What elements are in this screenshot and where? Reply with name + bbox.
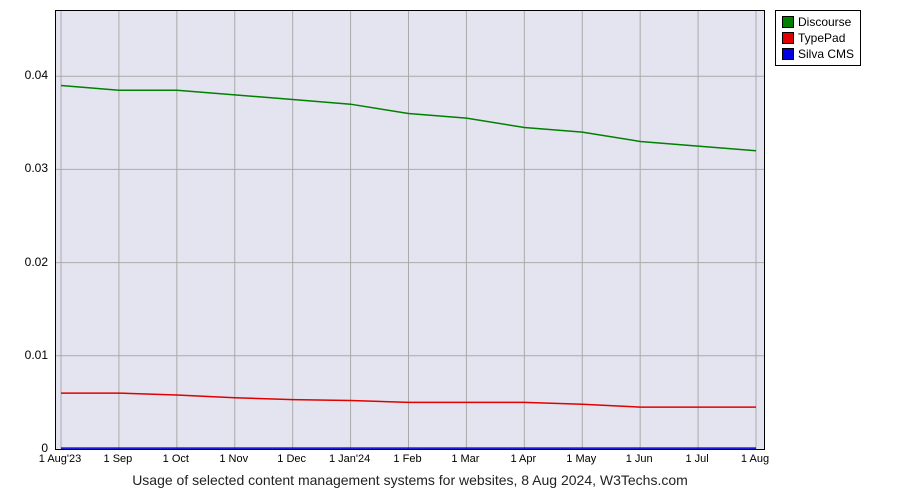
chart-container: 00.010.020.030.04 1 Aug'231 Sep1 Oct1 No… bbox=[0, 0, 900, 500]
xtick-label: 1 Sep bbox=[104, 453, 133, 465]
chart-lines bbox=[56, 11, 764, 449]
ytick-label: 0.03 bbox=[0, 161, 48, 175]
chart-caption: Usage of selected content management sys… bbox=[0, 472, 820, 488]
legend-label: Silva CMS bbox=[798, 46, 854, 62]
legend: DiscourseTypePadSilva CMS bbox=[775, 10, 861, 66]
plot-area bbox=[55, 10, 765, 450]
xtick-label: 1 Apr bbox=[510, 453, 536, 465]
legend-row: Discourse bbox=[782, 14, 854, 30]
legend-swatch bbox=[782, 16, 794, 28]
legend-row: Silva CMS bbox=[782, 46, 854, 62]
xtick-label: 1 Aug bbox=[741, 453, 769, 465]
ytick-label: 0.02 bbox=[0, 255, 48, 269]
xtick-label: 1 Feb bbox=[393, 453, 421, 465]
legend-row: TypePad bbox=[782, 30, 854, 46]
xtick-label: 1 Jan'24 bbox=[329, 453, 370, 465]
xtick-label: 1 Jul bbox=[685, 453, 708, 465]
ytick-label: 0.04 bbox=[0, 68, 48, 82]
legend-label: TypePad bbox=[798, 30, 845, 46]
xtick-label: 1 May bbox=[566, 453, 596, 465]
legend-label: Discourse bbox=[798, 14, 851, 30]
xtick-label: 1 Mar bbox=[451, 453, 479, 465]
legend-swatch bbox=[782, 48, 794, 60]
xtick-label: 1 Oct bbox=[163, 453, 189, 465]
xtick-label: 1 Jun bbox=[626, 453, 653, 465]
xtick-label: 1 Dec bbox=[277, 453, 306, 465]
ytick-label: 0.01 bbox=[0, 348, 48, 362]
legend-swatch bbox=[782, 32, 794, 44]
xtick-label: 1 Aug'23 bbox=[39, 453, 81, 465]
xtick-label: 1 Nov bbox=[219, 453, 248, 465]
